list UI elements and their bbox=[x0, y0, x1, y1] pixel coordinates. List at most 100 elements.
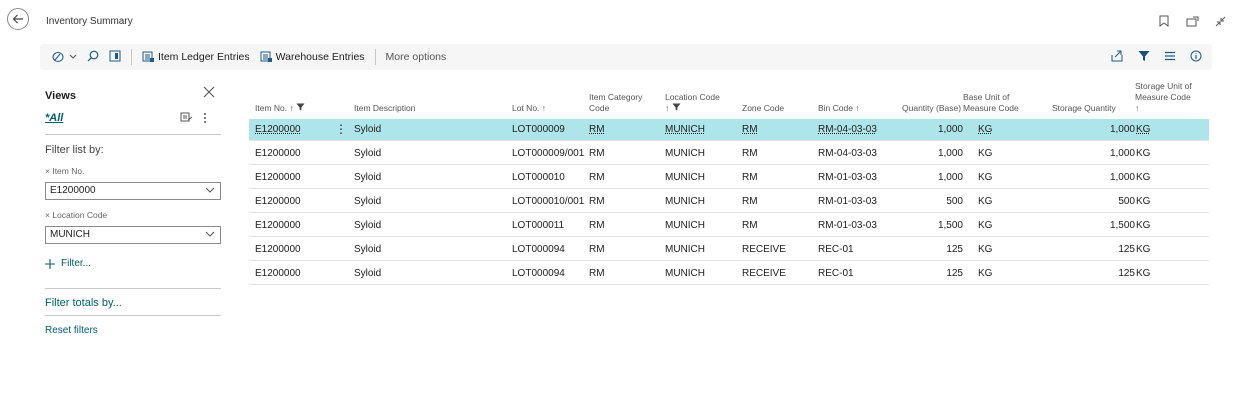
cell-bin-code: RM-01-03-03 bbox=[818, 196, 877, 207]
cell-item-no[interactable]: E1200000 bbox=[255, 239, 301, 260]
cell-quantity-base: 1,000 bbox=[937, 172, 963, 183]
cell-storage-unit: KG bbox=[1136, 268, 1151, 279]
cell-storage-quantity: 1,000 bbox=[1109, 124, 1135, 135]
cell-bin-code: REC-01 bbox=[818, 244, 854, 255]
column-header-storage-quantity[interactable]: Storage Quantity bbox=[1052, 103, 1116, 114]
cell-base-unit: KG bbox=[978, 220, 993, 231]
back-button[interactable] bbox=[7, 8, 29, 30]
cell-storage-unit: KG bbox=[1136, 244, 1151, 255]
cell-item-category-code: RM bbox=[589, 148, 605, 159]
cell-item-no[interactable]: E1200000 bbox=[255, 191, 301, 212]
cell-location-code: MUNICH bbox=[665, 196, 705, 207]
table-row[interactable]: E1200000 Syloid LOT000094 RM MUNICH RECEIVE RE… bbox=[249, 263, 1209, 285]
add-filter-button[interactable]: Filter... bbox=[45, 258, 91, 269]
plus-icon bbox=[45, 258, 55, 269]
cell-item-no[interactable]: E1200000 bbox=[255, 167, 301, 188]
cell-lot-no: LOT000094 bbox=[512, 244, 565, 255]
close-icon[interactable] bbox=[203, 86, 215, 101]
row-actions-icon[interactable]: ⋮ bbox=[335, 119, 347, 139]
cell-storage-unit: KG bbox=[1136, 172, 1151, 183]
edit-mode-button[interactable] bbox=[52, 51, 77, 63]
table-row[interactable]: E1200000 Syloid LOT000094 RM MUNICH RECEIVE RE… bbox=[249, 239, 1209, 261]
arrow-left-icon bbox=[12, 14, 23, 24]
column-header-bin-code[interactable]: Bin Code ↑ bbox=[818, 103, 860, 114]
cell-zone-code: RM bbox=[742, 196, 758, 207]
location-code-filter-input[interactable]: MUNICH bbox=[45, 226, 221, 244]
cell-zone-code: RM bbox=[742, 124, 758, 135]
cell-zone-code: RM bbox=[742, 172, 758, 183]
column-header-base-unit[interactable]: Base Unit of Measure Code bbox=[963, 92, 1019, 114]
cell-quantity-base: 500 bbox=[946, 196, 963, 207]
cell-base-unit: KG bbox=[978, 148, 993, 159]
column-header-quantity-base[interactable]: Quantity (Base) bbox=[902, 103, 961, 114]
warehouse-icon bbox=[260, 51, 272, 62]
cell-item-no[interactable]: E1200000 bbox=[255, 143, 301, 164]
cell-lot-no: LOT000010 bbox=[512, 172, 565, 183]
warehouse-entries-label: Warehouse Entries bbox=[275, 51, 365, 63]
cell-item-no[interactable]: E1200000 bbox=[255, 263, 301, 284]
cell-storage-unit: KG bbox=[1136, 148, 1151, 159]
filter-list-by-label: Filter list by: bbox=[45, 144, 104, 156]
cell-bin-code: REC-01 bbox=[818, 268, 854, 279]
item-no-filter-input[interactable]: E1200000 bbox=[45, 182, 221, 200]
column-header-item-no[interactable]: Item No. ↑ bbox=[255, 103, 305, 114]
table-row[interactable]: E1200000 Syloid LOT000009 RM MUNICH RM RM-04-0… bbox=[249, 119, 1209, 141]
cell-lot-no: LOT000010/001 bbox=[512, 196, 585, 207]
cell-quantity-base: 1,000 bbox=[937, 124, 963, 135]
column-header-lot-no[interactable]: Lot No. ↑ bbox=[512, 103, 546, 114]
more-options-button[interactable]: More options bbox=[386, 51, 447, 63]
cell-base-unit: KG bbox=[978, 196, 993, 207]
cell-base-unit: KG bbox=[978, 244, 993, 255]
cell-zone-code: RM bbox=[742, 148, 758, 159]
chevron-down-icon[interactable] bbox=[205, 184, 215, 200]
table-row[interactable]: E1200000 Syloid LOT000011 RM MUNICH RM RM-01-0… bbox=[249, 215, 1209, 237]
cell-bin-code: RM-04-03-03 bbox=[818, 124, 877, 135]
chevron-down-icon[interactable] bbox=[205, 228, 215, 244]
cell-item-no[interactable]: E1200000 bbox=[255, 119, 301, 140]
top-bar: Inventory Summary bbox=[0, 0, 1252, 42]
column-header-location-code[interactable]: Location Code ↑ bbox=[665, 92, 720, 114]
cell-item-description: Syloid bbox=[354, 220, 382, 231]
ledger-icon bbox=[142, 51, 154, 62]
filter-totals-by-link[interactable]: Filter totals by... bbox=[45, 297, 122, 309]
save-view-icon[interactable] bbox=[180, 112, 193, 127]
more-vertical-icon[interactable] bbox=[203, 112, 207, 127]
item-ledger-entries-button[interactable]: Item Ledger Entries bbox=[142, 51, 250, 63]
column-header-item-description[interactable]: Item Description bbox=[354, 103, 415, 114]
column-header-item-category-code[interactable]: Item Category Code bbox=[589, 92, 642, 114]
column-header-zone-code[interactable]: Zone Code bbox=[742, 103, 784, 114]
view-all-link[interactable]: *All bbox=[45, 112, 63, 124]
reset-filters-link[interactable]: Reset filters bbox=[45, 325, 98, 336]
info-icon[interactable] bbox=[1190, 50, 1202, 65]
cell-location-code: MUNICH bbox=[665, 220, 705, 231]
cell-quantity-base: 1,500 bbox=[937, 220, 963, 231]
cell-bin-code: RM-01-03-03 bbox=[818, 172, 877, 183]
cell-item-category-code: RM bbox=[589, 268, 605, 279]
cell-lot-no: LOT000011 bbox=[512, 220, 565, 231]
warehouse-entries-button[interactable]: Warehouse Entries bbox=[260, 51, 365, 63]
filter-icon[interactable] bbox=[1138, 50, 1150, 65]
search-icon[interactable] bbox=[87, 50, 99, 65]
share-icon[interactable] bbox=[1111, 50, 1124, 65]
cell-item-description: Syloid bbox=[354, 196, 382, 207]
collapse-icon[interactable] bbox=[1212, 13, 1228, 29]
cell-zone-code: RM bbox=[742, 220, 758, 231]
table-row[interactable]: E1200000 Syloid LOT000009/001 RM MUNICH RM RM-… bbox=[249, 143, 1209, 165]
open-new-window-icon[interactable] bbox=[1184, 13, 1200, 29]
cell-storage-unit: KG bbox=[1136, 196, 1151, 207]
cell-lot-no: LOT000009 bbox=[512, 124, 565, 135]
column-header-storage-unit[interactable]: Storage Unit of Measure Code ↑ bbox=[1135, 81, 1192, 114]
cell-item-no[interactable]: E1200000 bbox=[255, 215, 301, 236]
cell-storage-quantity: 1,000 bbox=[1109, 172, 1135, 183]
cell-item-description: Syloid bbox=[354, 244, 382, 255]
bookmark-icon[interactable] bbox=[1156, 13, 1172, 29]
cell-storage-unit: KG bbox=[1136, 220, 1151, 231]
table-row[interactable]: E1200000 Syloid LOT000010 RM MUNICH RM RM-01-0… bbox=[249, 167, 1209, 189]
filter-icon bbox=[672, 103, 681, 111]
chevron-down-icon bbox=[69, 54, 77, 59]
details-pane-icon[interactable] bbox=[109, 50, 121, 65]
list-view-icon[interactable] bbox=[1164, 51, 1176, 64]
cell-location-code: MUNICH bbox=[665, 268, 705, 279]
table-row[interactable]: E1200000 Syloid LOT000010/001 RM MUNICH RM RM-… bbox=[249, 191, 1209, 213]
cell-quantity-base: 125 bbox=[946, 244, 963, 255]
